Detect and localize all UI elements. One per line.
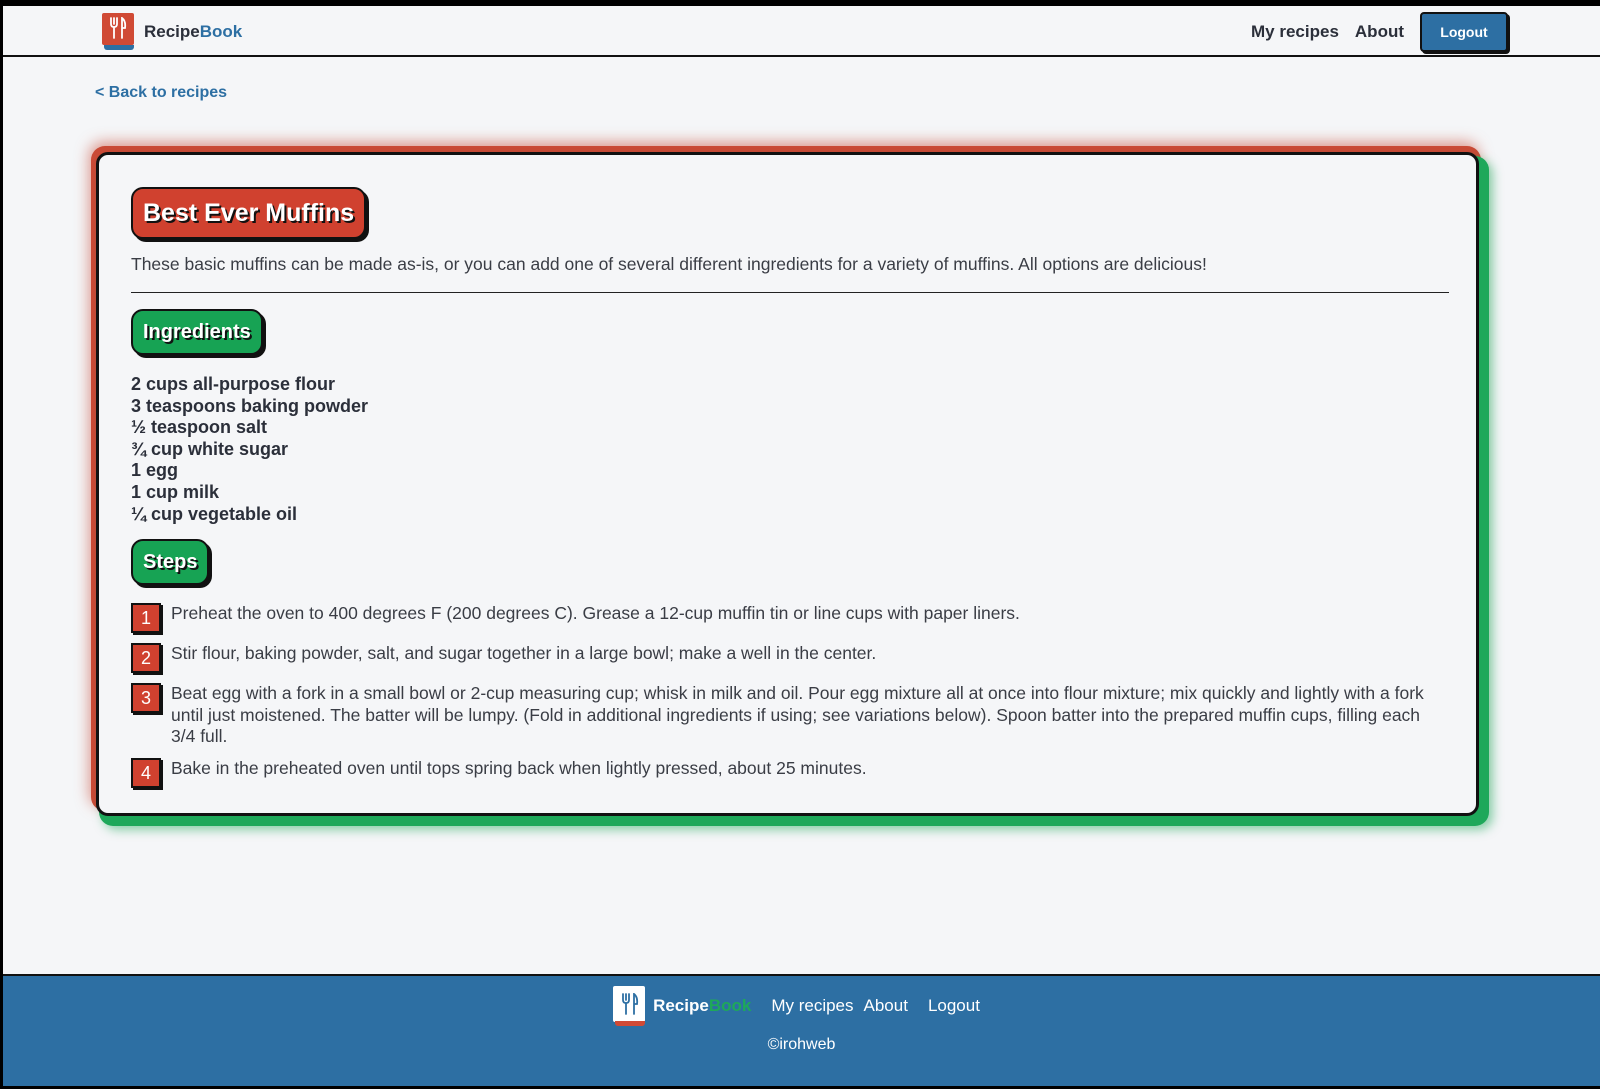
footer-logout-link[interactable]: Logout [928, 996, 980, 1016]
step-text: Bake in the preheated oven until tops sp… [171, 757, 867, 778]
divider [131, 292, 1449, 293]
nav-about-link[interactable]: About [1355, 22, 1404, 42]
logo[interactable]: RecipeBook [102, 13, 242, 50]
top-navbar: RecipeBook My recipes About Logout [3, 6, 1600, 57]
footer-my-recipes-link[interactable]: My recipes [771, 996, 853, 1016]
step-text: Beat egg with a fork in a small bowl or … [171, 683, 1424, 746]
ingredient-item: 1 cup milk [131, 481, 220, 502]
recipe-card-wrapper: Best Ever Muffins These basic muffins ca… [91, 146, 1489, 826]
logout-button[interactable]: Logout [1420, 12, 1508, 52]
ingredients-list: 2 cups all-purpose flour 3 teaspoons bak… [131, 374, 368, 525]
step-item: 1 Preheat the oven to 400 degrees F (200… [131, 603, 1441, 633]
ingredient-item: 3 teaspoons baking powder [131, 395, 369, 416]
logo-text: RecipeBook [144, 21, 243, 41]
header-nav: My recipes About Logout [1251, 12, 1508, 52]
step-item: 2 Stir flour, baking powder, salt, and s… [131, 643, 1441, 673]
recipe-title: Best Ever Muffins [131, 187, 367, 239]
nav-my-recipes-link[interactable]: My recipes [1251, 22, 1339, 42]
steps-heading: Steps [131, 539, 210, 585]
ingredient-item: ½ teaspoon salt [131, 417, 268, 438]
step-number-badge: 1 [131, 603, 161, 633]
ingredient-item: ¾ cup white sugar [131, 438, 289, 459]
copyright: ©irohweb [767, 1036, 836, 1053]
recipe-description: These basic muffins can be made as-is, o… [131, 254, 1207, 274]
footer-about-link[interactable]: About [864, 996, 908, 1016]
back-to-recipes-link[interactable]: < Back to recipes [95, 84, 227, 102]
ingredient-item: ¼ cup vegetable oil [131, 503, 298, 524]
book-icon [102, 13, 134, 50]
step-item: 3 Beat egg with a fork in a small bowl o… [131, 683, 1441, 748]
recipe-card: Best Ever Muffins These basic muffins ca… [96, 152, 1479, 816]
ingredient-item: 1 egg [131, 460, 179, 481]
ingredient-item: 2 cups all-purpose flour [131, 374, 336, 394]
step-number-badge: 3 [131, 683, 161, 713]
step-text: Stir flour, baking powder, salt, and sug… [171, 643, 877, 663]
footer-nav: RecipeBook My recipes About Logout [3, 986, 1600, 1026]
steps-list: 1 Preheat the oven to 400 degrees F (200… [131, 603, 1441, 798]
step-item: 4 Bake in the preheated oven until tops … [131, 757, 1441, 788]
step-number-badge: 2 [131, 643, 161, 673]
book-icon [613, 986, 646, 1026]
step-text: Preheat the oven to 400 degrees F (200 d… [171, 603, 1020, 623]
footer: RecipeBook My recipes About Logout ©iroh… [3, 974, 1600, 1086]
step-number-badge: 4 [131, 757, 161, 788]
page: RecipeBook My recipes About Logout < Bac… [3, 6, 1600, 1086]
footer-logo-text[interactable]: RecipeBook [653, 996, 751, 1016]
ingredients-heading: Ingredients [131, 309, 263, 355]
